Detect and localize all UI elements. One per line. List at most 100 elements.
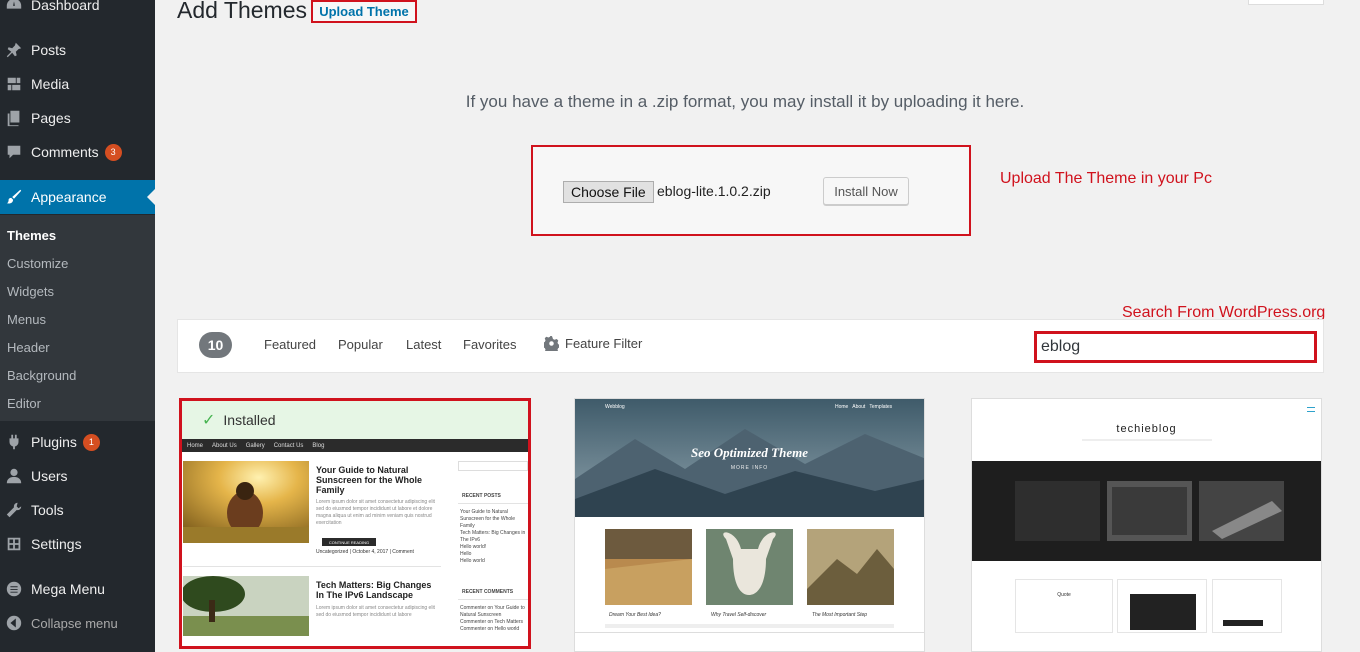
wrench-icon (4, 501, 24, 519)
preview-hero-title: Seo Optimized Theme (691, 445, 808, 460)
menu-circle-icon (4, 580, 24, 598)
preview-recent-comments-heading: RECENT COMMENTS (462, 589, 514, 595)
plug-icon (4, 433, 24, 451)
upload-annotation: Upload The Theme in your Pc (1000, 170, 1212, 187)
sidebar-item-users[interactable]: Users (0, 459, 155, 493)
preview-divider (183, 566, 441, 567)
upload-form: Choose File eblog-lite.1.0.2.zip Install… (531, 145, 971, 236)
tab-favorites[interactable]: Favorites (463, 337, 516, 352)
preview-post2-title: Tech Matters: Big Changes In The IPv6 La… (316, 580, 432, 600)
preview-post2-excerpt: Lorem ipsum dolor sit amet consectetur a… (316, 605, 435, 618)
pin-icon (4, 41, 24, 59)
submenu-item-customize[interactable]: Customize (7, 256, 68, 271)
preview-thumb-field (605, 529, 692, 605)
tab-latest[interactable]: Latest (406, 337, 441, 352)
preview-post1-title: Your Guide to Natural Sunscreen for the … (316, 465, 423, 495)
preview-nav: Home About Us Gallery Contact Us Blog (182, 439, 528, 452)
preview-post1-meta: Uncategorized | October 4, 2017 | Commen… (316, 549, 414, 555)
submenu-item-themes[interactable]: Themes (7, 228, 56, 243)
checkmark-icon: ✓ (202, 412, 216, 429)
install-now-button[interactable]: Install Now (823, 177, 909, 205)
preview-logo: techieblog (1116, 423, 1177, 435)
sidebar-item-plugins[interactable]: Plugins 1 (0, 425, 155, 459)
user-icon (4, 467, 24, 485)
theme-count-badge: 10 (199, 332, 232, 358)
submenu-item-editor[interactable]: Editor (7, 396, 41, 411)
submenu-item-widgets[interactable]: Widgets (7, 284, 54, 299)
selected-file-name: eblog-lite.1.0.2.zip (657, 183, 771, 199)
sidebar-item-label: Users (31, 468, 68, 484)
preview-card-image (1130, 594, 1196, 630)
feature-filter-button[interactable]: Feature Filter (544, 336, 642, 351)
sidebar-item-label: Mega Menu (31, 581, 105, 597)
preview-dark-gallery (972, 461, 1321, 561)
plugins-count-badge: 1 (82, 433, 100, 451)
preview-continue-button: CONTINUE READING (322, 538, 376, 546)
preview-tagline (1082, 439, 1212, 441)
choose-file-button[interactable]: Choose File (563, 181, 654, 203)
preview-card (1117, 579, 1207, 633)
sidebar-item-label: Posts (31, 42, 67, 58)
submenu-item-background[interactable]: Background (7, 368, 76, 383)
preview-hero-sub: MORE INFO (730, 465, 769, 471)
appearance-submenu: Themes Customize Widgets Menus Header Ba… (0, 215, 155, 421)
theme-card-installed[interactable]: ✓ Installed Home About Us Gallery Contac… (179, 398, 531, 649)
preview-card (1212, 579, 1282, 633)
preview-nav: Home About Templates (835, 404, 893, 410)
sidebar-item-label: Dashboard (31, 0, 100, 13)
preview-card-button (1223, 620, 1263, 626)
theme-card-3[interactable]: techieblog Quote (971, 398, 1322, 652)
submenu-item-menus[interactable]: Menus (7, 312, 46, 327)
theme-filter-bar: 10 Featured Popular Latest Favorites Fea… (177, 319, 1324, 373)
preview-image-tree (183, 576, 309, 636)
collapse-icon (4, 614, 24, 632)
sidebar-item-comments[interactable]: Comments 3 (0, 135, 155, 169)
upload-help-text: If you have a theme in a .zip format, yo… (465, 92, 1025, 111)
brush-icon (4, 188, 24, 206)
preview-text-lines (605, 624, 894, 628)
settings-icon (4, 535, 24, 553)
preview-recent-posts-list: Your Guide to Natural Sunscreen for the … (460, 509, 526, 564)
collapse-menu-button[interactable]: Collapse menu (0, 606, 155, 640)
preview-nav-item: Gallery (245, 442, 265, 449)
sidebar-item-appearance[interactable]: Appearance (0, 180, 155, 214)
submenu-item-header[interactable]: Header (7, 340, 50, 355)
tab-featured[interactable]: Featured (264, 337, 316, 352)
preview-recent-comments-list: Commenter on Your Guide to Natural Sunsc… (460, 605, 525, 632)
feature-filter-label: Feature Filter (565, 336, 643, 351)
preview-divider (458, 599, 528, 600)
preview-image-sunset-girl (183, 461, 309, 543)
preview-caption: The Most Important Step (812, 612, 868, 618)
sidebar-item-mega-menu[interactable]: Mega Menu (0, 572, 155, 606)
media-icon (4, 75, 24, 93)
preview-search-box (458, 461, 528, 471)
sidebar-item-label: Plugins (31, 434, 77, 450)
sidebar-item-tools[interactable]: Tools (0, 493, 155, 527)
theme-search-input[interactable] (1034, 331, 1317, 363)
preview-caption: Dream Your Best Idea? (609, 612, 661, 618)
preview-card: Quote (1015, 579, 1113, 633)
tab-popular[interactable]: Popular (338, 337, 383, 352)
preview-nav-item: Contact Us (273, 442, 304, 449)
theme-card-2[interactable]: Webblog Home About Templates Seo Optimiz… (574, 398, 925, 652)
upload-theme-button[interactable]: Upload Theme (311, 0, 417, 23)
card-footer-divider (575, 632, 924, 633)
sidebar-item-dashboard[interactable]: Dashboard (0, 0, 155, 22)
sidebar-item-label: Media (31, 76, 70, 92)
sidebar-item-label: Tools (31, 502, 64, 518)
comment-icon (4, 143, 24, 161)
help-tab[interactable] (1248, 0, 1324, 5)
preview-recent-posts-heading: RECENT POSTS (462, 493, 501, 499)
sidebar-item-settings[interactable]: Settings (0, 527, 155, 561)
preview-nav-item: About Us (212, 442, 237, 449)
gear-icon (544, 336, 559, 351)
preview-caption: Why Travel Self-discover (711, 612, 767, 618)
preview-post1-excerpt: Lorem ipsum dolor sit amet consectetur a… (316, 499, 435, 526)
preview-divider (458, 503, 528, 504)
sidebar-item-label: Appearance (31, 189, 107, 205)
installed-notice: ✓ Installed (182, 401, 528, 439)
dashboard-icon (4, 0, 24, 14)
comments-count-badge: 3 (104, 143, 122, 161)
sidebar-item-posts[interactable]: Posts (0, 33, 155, 67)
hamburger-icon (1307, 407, 1315, 412)
